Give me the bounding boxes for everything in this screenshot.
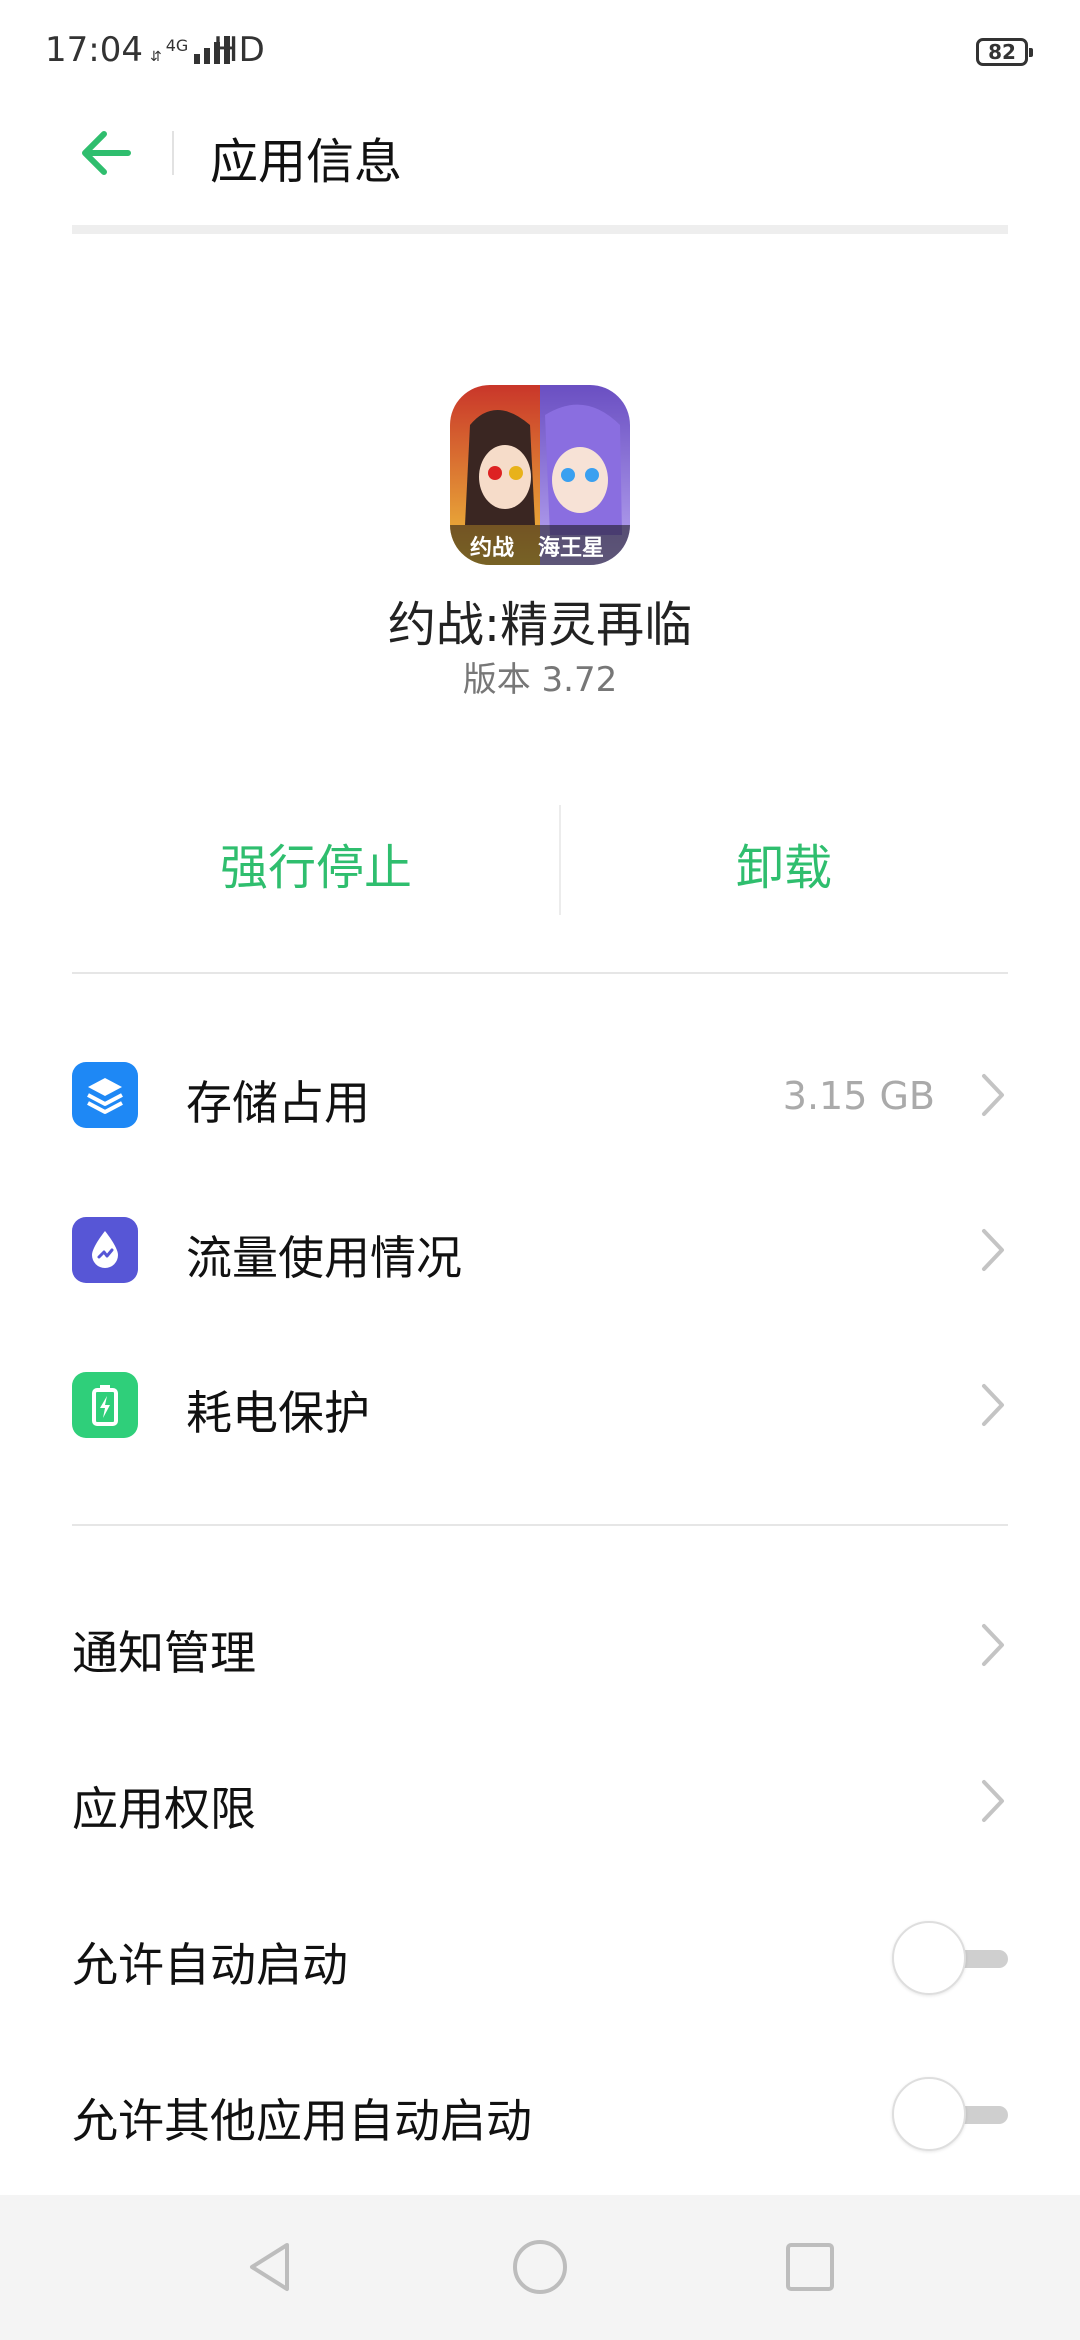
list-item-data-usage[interactable]: 流量使用情况: [0, 1175, 1080, 1325]
settings-item-label: 允许自动启动: [72, 1938, 348, 1992]
storage-size: 3.15 GB: [782, 1074, 935, 1118]
toggle-knob: [892, 2077, 966, 2151]
network-type: 4G: [165, 36, 189, 55]
nav-back-icon[interactable]: [240, 2237, 300, 2297]
header-divider: [172, 131, 174, 175]
settings-item-label: 允许其他应用自动启动: [72, 2094, 532, 2148]
force-stop-button[interactable]: 强行停止: [220, 828, 412, 898]
settings-item-label: 应用权限: [72, 1782, 256, 1836]
app-name: 约战:精灵再临: [387, 597, 693, 653]
data-arrows-icon: ⇵: [150, 49, 162, 65]
list-item-label: 存储占用: [186, 1076, 370, 1130]
list-item-battery[interactable]: 耗电保护: [0, 1330, 1080, 1480]
chevron-right-icon: [982, 1074, 1004, 1116]
settings-item-label: 通知管理: [72, 1626, 256, 1680]
status-bar: 17:04 ⇵ 4G HD 82: [0, 0, 1080, 105]
app-icon-text-left: 约战: [470, 536, 515, 561]
data-usage-icon: [72, 1217, 138, 1283]
app-version: 版本 3.72: [462, 660, 618, 700]
list-item-label: 耗电保护: [186, 1386, 370, 1440]
battery-icon: [72, 1372, 138, 1438]
battery-level: 82: [988, 40, 1016, 64]
app-icon: 约战 海王星: [450, 385, 630, 565]
status-time: 17:04: [45, 30, 143, 70]
chevron-right-icon: [982, 1624, 1004, 1666]
header-band: [72, 225, 1008, 234]
layers-icon: [72, 1062, 138, 1128]
other-apps-auto-start-toggle[interactable]: [892, 2077, 1008, 2153]
battery-icon: 82: [976, 38, 1033, 66]
hd-indicator: HD: [213, 30, 265, 70]
action-divider: [559, 805, 561, 915]
nav-home-icon[interactable]: [510, 2237, 570, 2297]
app-permissions-item[interactable]: 应用权限: [0, 1726, 1080, 1876]
list-item-label: 流量使用情况: [186, 1231, 462, 1285]
section-divider: [72, 1524, 1008, 1526]
section-divider: [72, 972, 1008, 974]
chevron-right-icon: [982, 1780, 1004, 1822]
navigation-bar: [0, 2195, 1080, 2340]
notification-management-item[interactable]: 通知管理: [0, 1570, 1080, 1720]
back-arrow-icon[interactable]: [78, 128, 132, 178]
app-icon-text-right: 海王星: [538, 536, 605, 561]
list-item-storage[interactable]: 存储占用 3.15 GB: [0, 1020, 1080, 1170]
page-title: 应用信息: [210, 134, 403, 190]
chevron-right-icon: [982, 1384, 1004, 1426]
allow-auto-start-item: 允许自动启动: [0, 1882, 1080, 2032]
nav-recents-icon[interactable]: [780, 2237, 840, 2297]
allow-other-apps-auto-start-item: 允许其他应用自动启动: [0, 2038, 1080, 2188]
chevron-right-icon: [982, 1229, 1004, 1271]
auto-start-toggle[interactable]: [892, 1921, 1008, 1997]
toggle-knob: [892, 1921, 966, 1995]
uninstall-button[interactable]: 卸载: [736, 828, 832, 898]
